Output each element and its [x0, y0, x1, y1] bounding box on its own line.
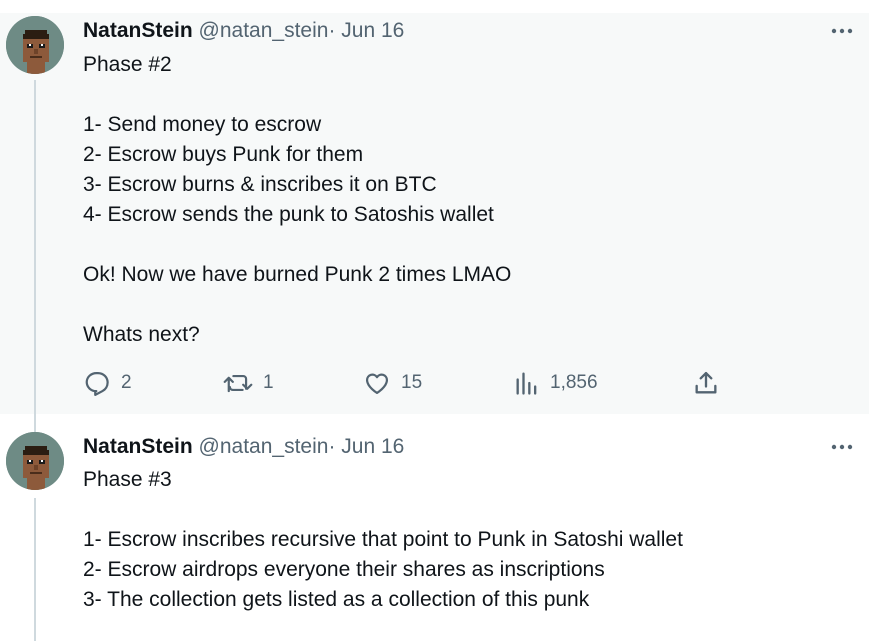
tweet-date[interactable]: Jun 16 [341, 19, 404, 42]
views-count: 1,856 [550, 372, 598, 393]
author-handle[interactable]: @natan_stein [199, 19, 329, 42]
reply-icon [85, 371, 109, 397]
heart-icon [365, 373, 389, 395]
analytics-icon [516, 372, 537, 395]
tweet-line: Phase #2 [83, 53, 172, 76]
tweet-phase-2[interactable]: NatanStein @natan_stein· Jun 16 Phase #2… [0, 13, 869, 414]
like-count: 15 [401, 372, 423, 393]
punk-avatar-image [6, 432, 64, 490]
tweet-line: 1- Send money to escrow [83, 113, 322, 136]
more-icon [831, 444, 853, 450]
author-name[interactable]: NatanStein [83, 435, 193, 458]
thread-line [34, 414, 36, 432]
author-name[interactable]: NatanStein [83, 19, 193, 42]
tweet-line: 3- The collection gets listed as a colle… [83, 588, 590, 611]
more-options-button[interactable] [829, 437, 855, 457]
header-separator: · [328, 435, 336, 458]
share-icon [695, 371, 717, 394]
reply-count: 2 [121, 372, 132, 393]
tweet-phase-3[interactable]: NatanStein @natan_stein· Jun 16 Phase #3… [0, 414, 869, 641]
more-icon [831, 28, 853, 34]
tweet-line: Phase #3 [83, 468, 172, 491]
tweet-line [83, 230, 511, 260]
header-separator: · [328, 19, 336, 42]
thread-line [34, 80, 36, 414]
reply-button[interactable]: 2 [83, 368, 132, 398]
like-button[interactable]: 15 [363, 368, 422, 398]
tweet-header: NatanStein @natan_stein· Jun 16 [83, 19, 404, 43]
tweet-line: 1- Escrow inscribes recursive that point… [83, 528, 683, 551]
retweet-count: 1 [263, 372, 274, 393]
tweet-line: 2- Escrow buys Punk for them [83, 143, 364, 166]
avatar[interactable] [6, 16, 64, 74]
tweet-header: NatanStein @natan_stein· Jun 16 [83, 435, 404, 459]
tweet-line: Whats next? [83, 323, 200, 346]
punk-avatar-image [6, 16, 64, 74]
tweet-line [83, 290, 511, 320]
tweet-text: Phase #3 1- Escrow inscribes recursive t… [83, 465, 683, 615]
share-button[interactable] [692, 368, 720, 398]
tweet-text: Phase #2 1- Send money to escrow 2- Escr… [83, 50, 511, 350]
retweet-icon [223, 374, 253, 393]
tweet-line: 4- Escrow sends the punk to Satoshis wal… [83, 203, 494, 226]
tweet-line: Ok! Now we have burned Punk 2 times LMAO [83, 263, 512, 286]
retweet-button[interactable]: 1 [223, 368, 274, 398]
tweet-line: 2- Escrow airdrops everyone their shares… [83, 558, 605, 581]
more-options-button[interactable] [829, 21, 855, 41]
tweet-line [83, 495, 683, 525]
thread-line [34, 498, 36, 641]
tweet-line: 3- Escrow burns & inscribes it on BTC [83, 173, 437, 196]
author-handle[interactable]: @natan_stein [199, 435, 329, 458]
views-button[interactable]: 1,856 [514, 368, 598, 398]
tweet-line [83, 80, 511, 110]
avatar[interactable] [6, 432, 64, 490]
tweet-date[interactable]: Jun 16 [341, 435, 404, 458]
